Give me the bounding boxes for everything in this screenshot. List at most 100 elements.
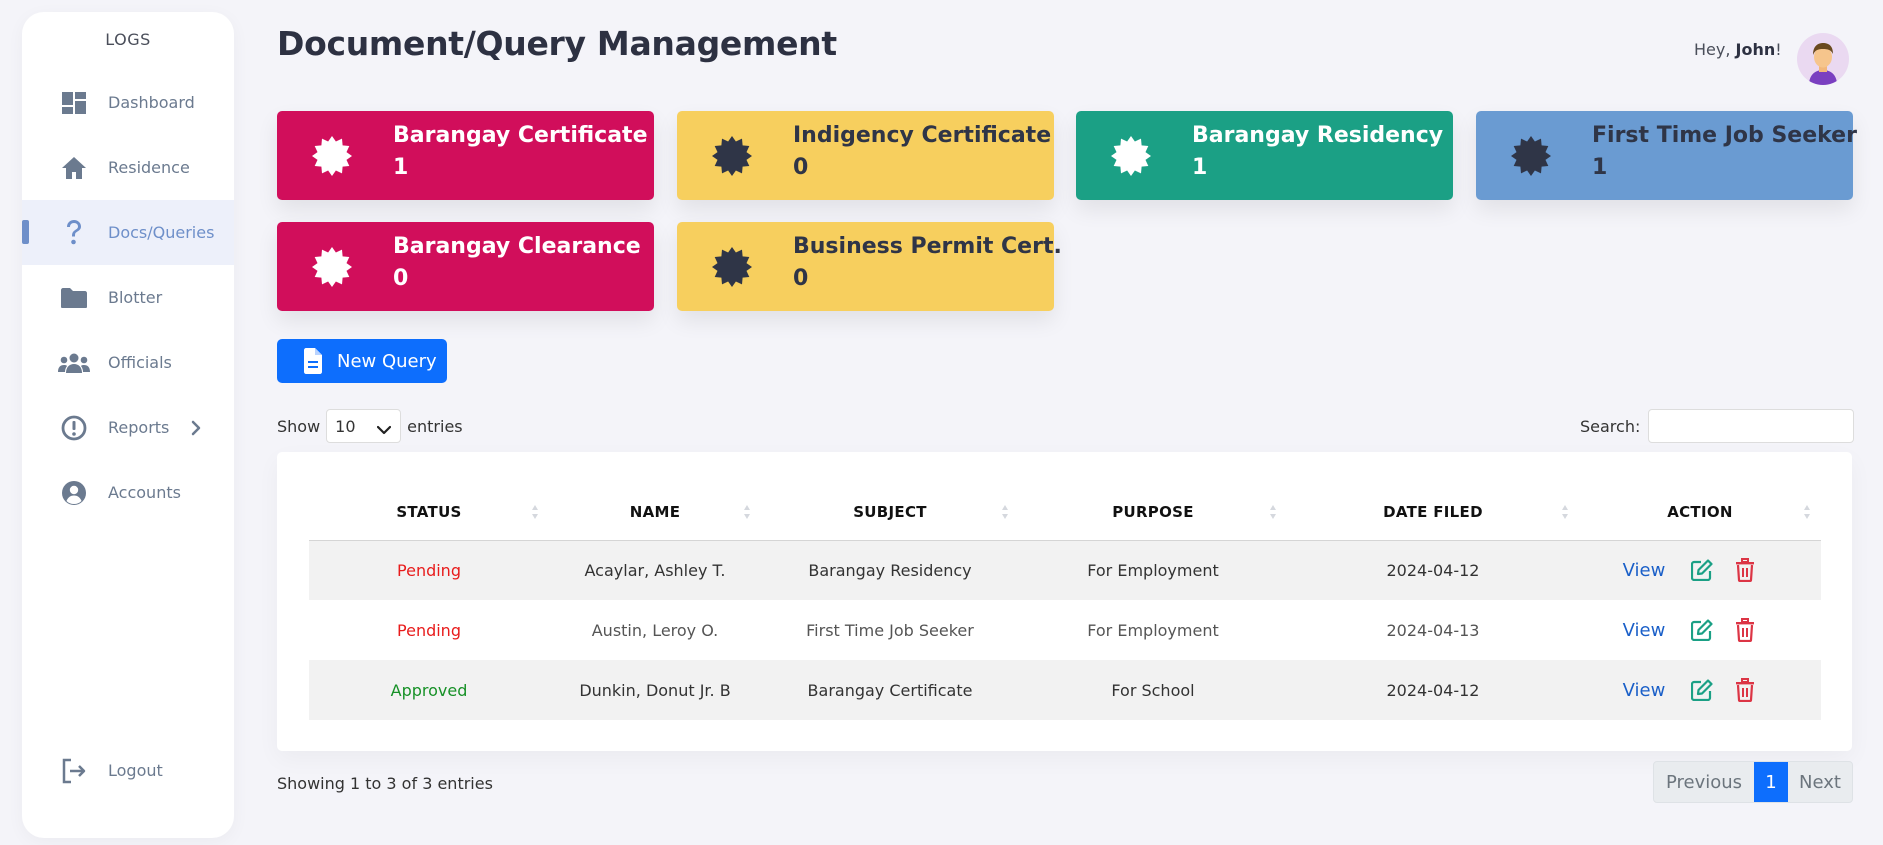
card-count: 1 [1592,155,1608,180]
card-title: Barangay Clearance [393,234,641,259]
sidebar-item-residence[interactable]: Residence [22,135,234,200]
sidebar-item-reports[interactable]: Reports [22,395,234,460]
chevron-right-icon [191,420,201,436]
purpose-cell: For Employment [1019,540,1287,600]
card-count: 0 [793,155,809,180]
card-barangay-clearance[interactable]: Barangay Clearance 0 [277,222,654,311]
sort-icon [744,505,750,519]
certificate-badge-icon [711,246,753,288]
trash-icon[interactable] [1735,678,1755,702]
column-header-subject[interactable]: SUBJECT [761,484,1019,541]
entries-select[interactable]: 10 [326,409,402,443]
users-icon [58,349,90,377]
sort-icon [1270,505,1276,519]
date-cell: 2024-04-12 [1287,660,1579,720]
card-title: Business Permit Cert. [793,234,1062,259]
page-number-button[interactable]: 1 [1754,762,1788,802]
column-header-name[interactable]: NAME [549,484,761,541]
user-name: John [1735,40,1776,59]
user-circle-icon [58,479,90,507]
search-label: Search: [1580,416,1641,436]
card-title: Barangay Residency [1192,123,1444,148]
sidebar: LOGS Dashboard Residence Docs/Queries Bl… [22,12,234,838]
table-row: Pending Austin, Leroy O. First Time Job … [309,600,1821,660]
column-header-purpose[interactable]: PURPOSE [1019,484,1287,541]
view-link[interactable]: View [1623,680,1666,701]
name-cell: Dunkin, Donut Jr. B [549,660,761,720]
sidebar-item-label: Residence [108,158,190,177]
logout-label: Logout [108,761,163,780]
page-title: Document/Query Management [277,24,837,63]
queries-table: STATUS NAME SUBJECT PURPOSE DATE FILED A… [309,484,1821,720]
column-header-action[interactable]: ACTION [1579,484,1821,541]
folder-icon [58,284,90,312]
sidebar-item-label: Blotter [108,288,163,307]
search-input[interactable] [1648,409,1855,443]
card-barangay-residency[interactable]: Barangay Residency 1 [1076,111,1453,200]
column-header-status[interactable]: STATUS [309,484,549,541]
card-first-time-job-seeker[interactable]: First Time Job Seeker 1 [1476,111,1857,200]
dashboard-icon [58,89,90,117]
alert-icon [58,414,90,442]
subject-cell: Barangay Certificate [761,660,1019,720]
sidebar-item-blotter[interactable]: Blotter [22,265,234,330]
sidebar-item-docs-queries[interactable]: Docs/Queries [22,200,234,265]
edit-icon[interactable] [1691,679,1713,701]
document-icon [303,348,323,374]
card-title: First Time Job Seeker [1592,123,1857,148]
action-cell: View [1579,600,1821,660]
view-link[interactable]: View [1623,560,1666,581]
card-count: 0 [793,266,809,291]
table-header-row: STATUS NAME SUBJECT PURPOSE DATE FILED A… [309,484,1821,541]
sort-icon [1002,505,1008,519]
new-query-button[interactable]: New Query [277,339,447,383]
view-link[interactable]: View [1623,620,1666,641]
certificate-badge-icon [1510,135,1552,177]
status-cell: Pending [397,620,461,640]
card-barangay-certificate[interactable]: Barangay Certificate 1 [277,111,654,200]
column-header-date-filed[interactable]: DATE FILED [1287,484,1579,541]
table-panel: STATUS NAME SUBJECT PURPOSE DATE FILED A… [277,452,1852,751]
next-page-button[interactable]: Next [1788,762,1852,802]
certificate-badge-icon [711,135,753,177]
home-icon [58,154,90,182]
show-label: Show [277,416,321,436]
previous-page-button[interactable]: Previous [1654,762,1754,802]
sidebar-item-officials[interactable]: Officials [22,330,234,395]
card-title: Barangay Certificate [393,123,648,148]
purpose-cell: For Employment [1087,620,1219,640]
certificate-badge-icon [311,135,353,177]
sidebar-item-label: Docs/Queries [108,223,215,242]
action-cell: View [1579,660,1821,720]
card-title: Indigency Certificate [793,123,1052,148]
sort-icon [532,505,538,519]
card-indigency-certificate[interactable]: Indigency Certificate 0 [677,111,1054,200]
question-icon [58,219,90,247]
name-cell: Austin, Leroy O. [591,620,719,640]
edit-icon[interactable] [1691,619,1713,641]
card-count: 0 [393,266,409,291]
table-row: Approved Dunkin, Donut Jr. B Barangay Ce… [309,660,1821,720]
sidebar-item-label: Accounts [108,483,181,502]
entries-control: Show 10 entries [277,409,463,443]
sidebar-item-label: Reports [108,418,170,437]
sidebar-item-dashboard[interactable]: Dashboard [22,70,234,135]
sidebar-item-accounts[interactable]: Accounts [22,460,234,525]
card-business-permit[interactable]: Business Permit Cert. 0 [677,222,1062,311]
search-control: Search: [1580,409,1855,443]
certificate-badge-icon [1110,135,1152,177]
edit-icon[interactable] [1691,559,1713,582]
table-info: Showing 1 to 3 of 3 entries [277,774,493,793]
purpose-cell: For School [1019,660,1287,720]
avatar[interactable] [1797,33,1849,85]
card-count: 1 [1192,155,1208,180]
pagination: Previous 1 Next [1653,761,1853,803]
action-cell: View [1579,540,1821,600]
brand-label: LOGS [105,30,151,49]
card-count: 1 [393,155,409,180]
status-cell: Approved [309,660,549,720]
table-row: Pending Acaylar, Ashley T. Barangay Resi… [309,540,1821,600]
logout-button[interactable]: Logout [22,738,234,803]
trash-icon[interactable] [1735,558,1755,583]
trash-icon[interactable] [1735,618,1755,642]
